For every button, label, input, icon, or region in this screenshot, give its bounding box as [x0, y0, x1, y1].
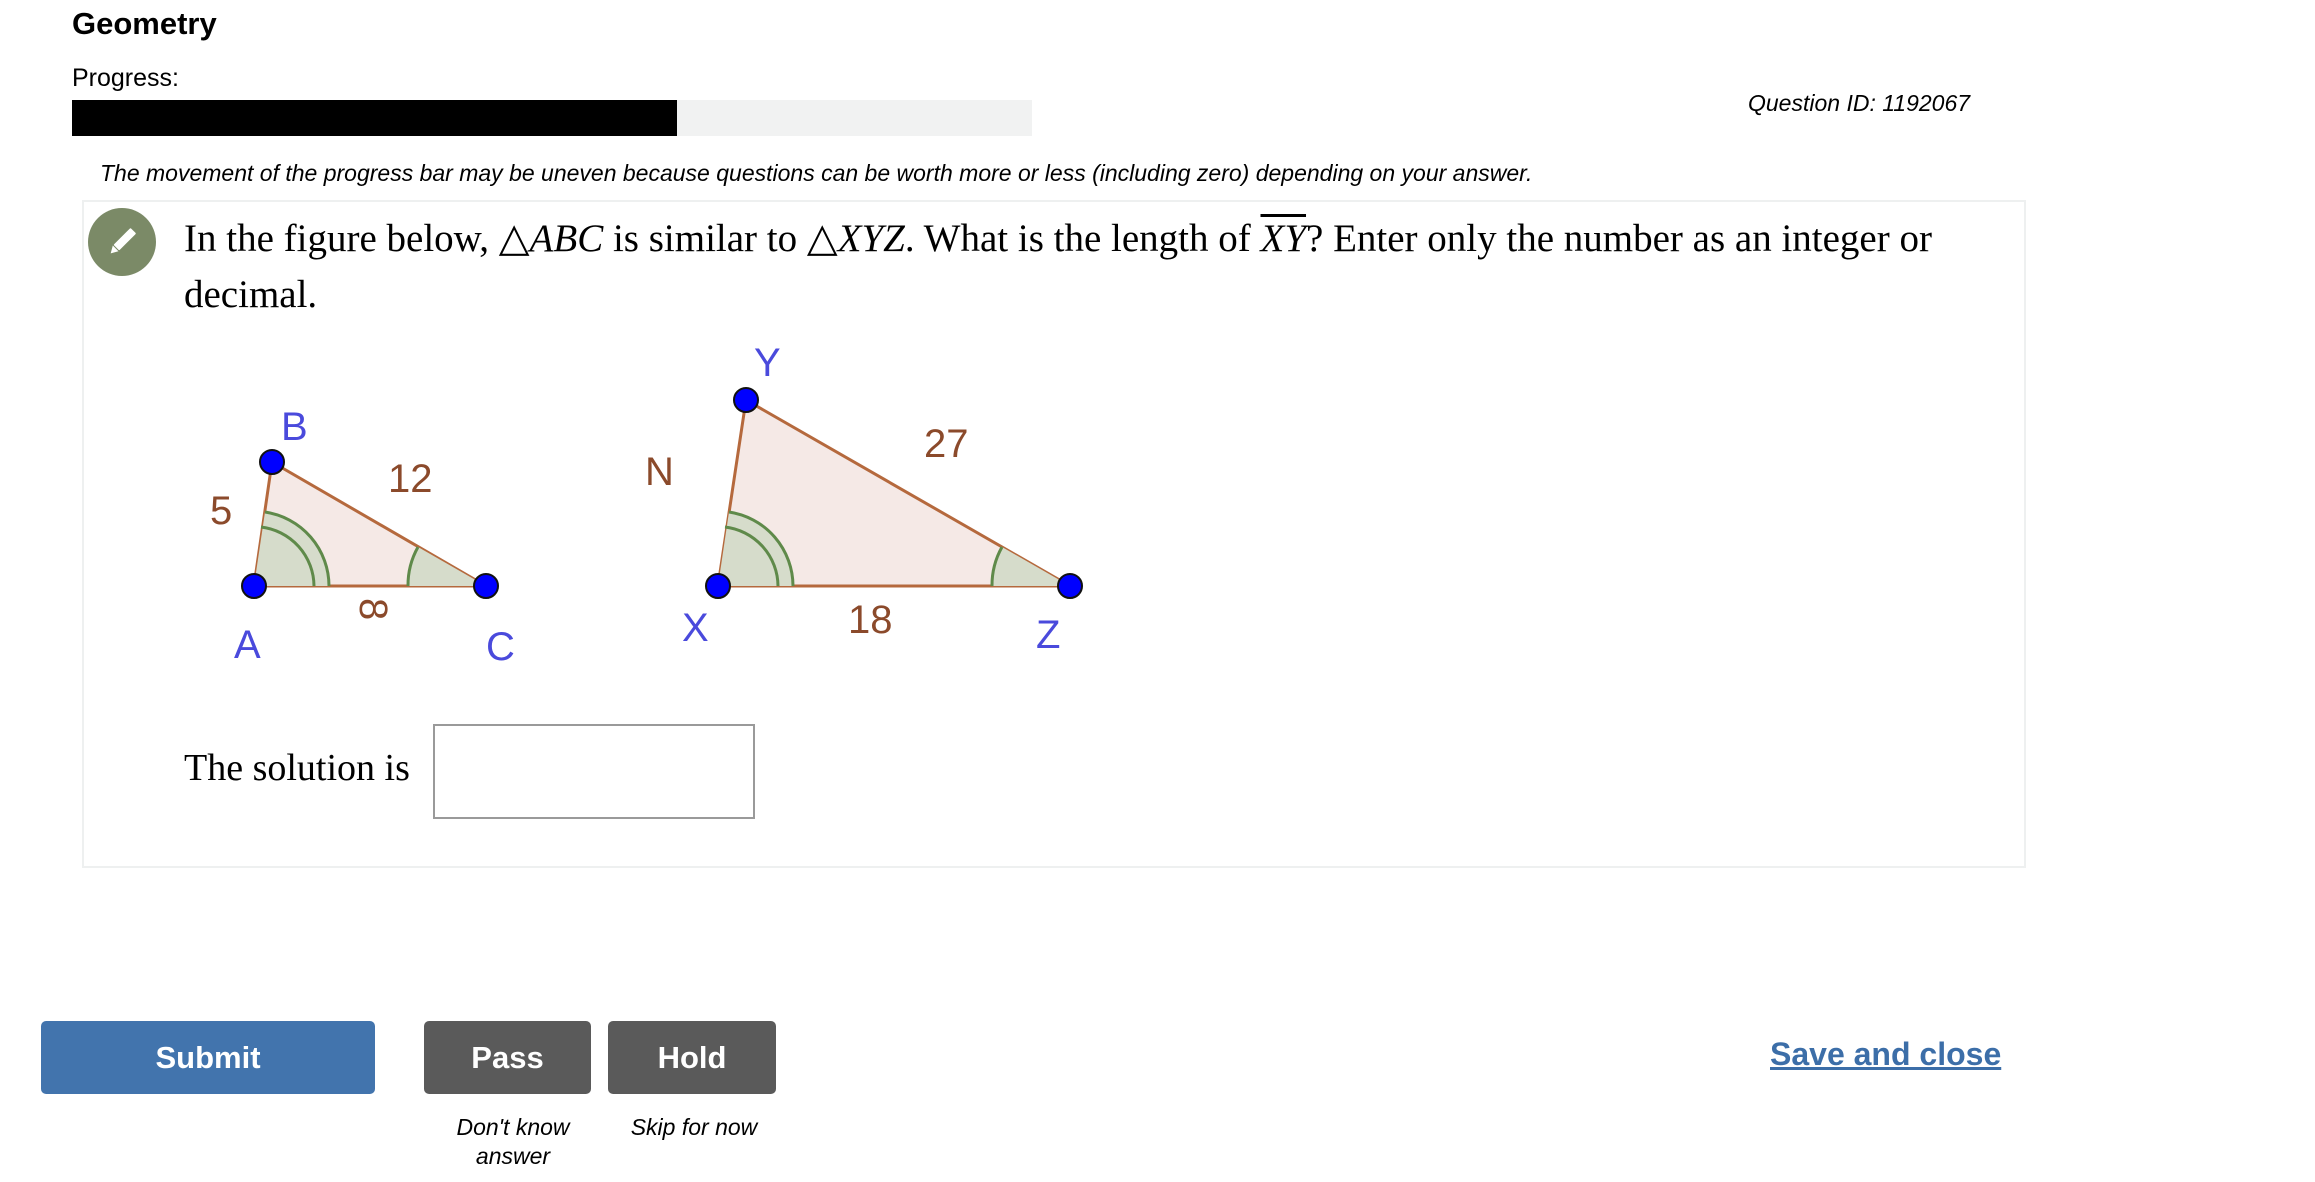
side-label-xz: 18: [848, 598, 893, 642]
side-label-ab: 5: [210, 489, 232, 533]
hold-hint: Skip for now: [630, 1114, 758, 1140]
side-label-xy: N: [645, 450, 674, 494]
question-text: In the figure below, △ABC is similar to …: [184, 215, 1932, 316]
vertex-b: [259, 449, 285, 475]
similar-triangles-figure: A B C X Y Z 5 12 8 N 27 18: [210, 341, 1083, 669]
vertex-label-z: Z: [1036, 613, 1060, 657]
vertex-label-b: B: [281, 405, 308, 449]
question-id: Question ID: 1192067: [1748, 90, 1971, 116]
vertex-label-a: A: [234, 623, 261, 667]
vertex-z: [1057, 573, 1083, 599]
side-label-bc: 12: [388, 457, 433, 501]
pass-button[interactable]: Pass: [424, 1021, 591, 1094]
vertex-a: [241, 573, 267, 599]
progress-bar: [72, 100, 1032, 136]
vertex-y: [733, 387, 759, 413]
vertex-label-x: X: [682, 606, 709, 650]
pass-hint: Don't know answer: [456, 1114, 570, 1169]
triangle-symbol: △: [806, 215, 838, 260]
triangle-symbol: △: [498, 215, 530, 260]
submit-button[interactable]: Submit: [41, 1021, 375, 1094]
triangle-xyz-name: XYZ: [837, 217, 905, 260]
triangle-abc-name: ABC: [529, 217, 604, 260]
hold-button[interactable]: Hold: [608, 1021, 776, 1094]
angle-c-arc: [407, 547, 486, 586]
vertex-label-c: C: [486, 625, 515, 669]
vertex-x: [705, 573, 731, 599]
answer-input[interactable]: [433, 724, 755, 819]
vertex-label-y: Y: [754, 341, 781, 385]
progress-bar-fill: [72, 100, 677, 136]
segment-xy: XY: [1260, 217, 1307, 260]
side-label-ac: 8: [351, 598, 395, 620]
vertex-c: [473, 573, 499, 599]
page-title: Geometry: [72, 6, 217, 41]
side-label-yz: 27: [924, 422, 969, 466]
progress-label: Progress:: [72, 64, 179, 92]
answer-label: The solution is: [184, 747, 410, 789]
save-and-close-link[interactable]: Save and close: [1770, 1036, 2001, 1073]
pencil-icon: [88, 208, 156, 276]
progress-note: The movement of the progress bar may be …: [100, 160, 1533, 186]
angle-z-arc: [991, 547, 1070, 586]
